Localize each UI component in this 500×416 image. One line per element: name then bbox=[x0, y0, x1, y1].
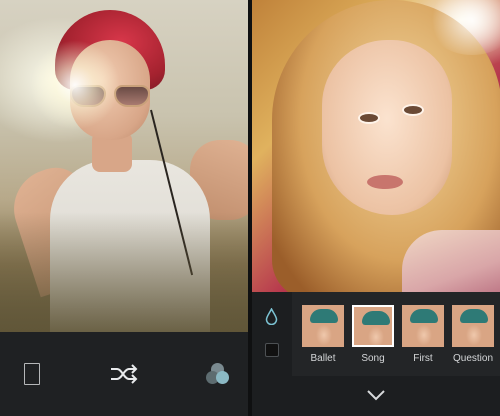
panel-collapse-bar[interactable] bbox=[252, 376, 500, 416]
filter-label: Song bbox=[361, 353, 385, 364]
shuffle-button[interactable] bbox=[94, 332, 154, 416]
filter-preview bbox=[352, 305, 394, 347]
bottom-toolbar bbox=[0, 332, 248, 416]
drop-icon[interactable] bbox=[265, 308, 278, 325]
filter-side-tools bbox=[252, 292, 292, 376]
filter-panel: Ballet Song First Question bbox=[252, 292, 500, 376]
filter-label: Question bbox=[452, 353, 494, 364]
filter-label: First bbox=[413, 353, 433, 364]
filter-preview bbox=[302, 305, 344, 347]
shuffle-icon bbox=[111, 364, 138, 384]
square-icon[interactable] bbox=[265, 343, 279, 357]
chevron-down-icon[interactable] bbox=[366, 388, 386, 402]
filters-icon bbox=[206, 362, 230, 386]
right-screen: Ballet Song First Question bbox=[252, 0, 500, 416]
frame-button[interactable] bbox=[2, 332, 62, 416]
filter-thumb-question[interactable]: Question bbox=[448, 292, 498, 376]
photo-preview bbox=[0, 0, 248, 332]
filter-preview bbox=[402, 305, 444, 347]
left-screen bbox=[0, 0, 248, 416]
filters-button[interactable] bbox=[188, 332, 248, 416]
photo-preview bbox=[252, 0, 500, 292]
filter-label: Ballet bbox=[310, 353, 336, 364]
filter-thumb-first[interactable]: First bbox=[398, 292, 448, 376]
filter-thumb-ballet[interactable]: Ballet bbox=[298, 292, 348, 376]
filter-thumb-song[interactable]: Song bbox=[348, 292, 398, 376]
frame-icon bbox=[24, 363, 40, 385]
filter-thumbnails: Ballet Song First Question bbox=[298, 292, 500, 376]
filter-preview bbox=[452, 305, 494, 347]
